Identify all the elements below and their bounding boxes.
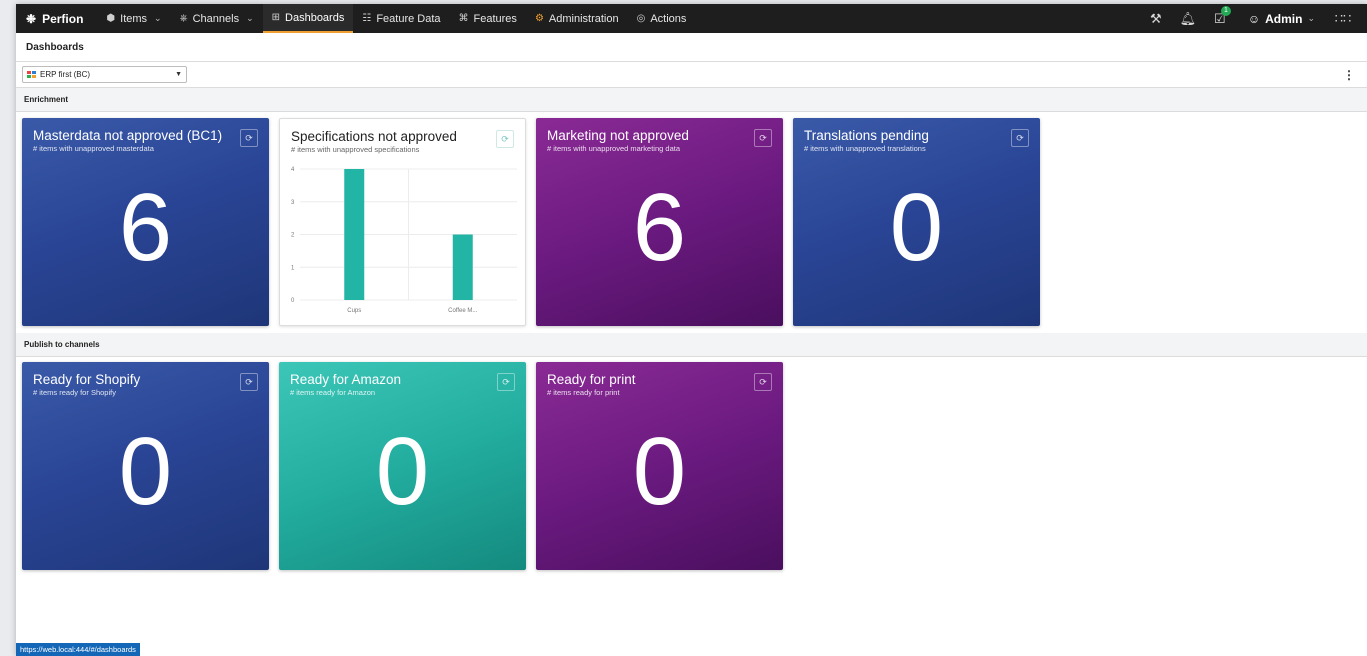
- nav-actions-label: Actions: [650, 12, 687, 25]
- user-menu[interactable]: ☺ Admin ⌄: [1238, 12, 1325, 26]
- tile-value: 6: [118, 174, 173, 281]
- app-window: ❉ Perfion ⬢ Items ⌄ ⎈ Channels ⌄ ⊞ Dashb…: [16, 4, 1367, 656]
- chart-y-tick-label: 0: [291, 298, 295, 304]
- nav-administration-label: Administration: [548, 12, 619, 25]
- gear-icon: ⚙: [534, 13, 544, 24]
- tile-specifications[interactable]: Specifications not approved # items with…: [279, 118, 526, 326]
- tile-value: 0: [118, 418, 173, 525]
- publish-tiles: Ready for Shopify # items ready for Shop…: [16, 357, 1367, 578]
- tile-subtitle: # items with unapproved marketing data: [547, 144, 680, 153]
- nav-items[interactable]: ⬢ Items ⌄: [97, 4, 170, 33]
- tile-value: 6: [632, 174, 687, 281]
- chart-y-tick-label: 3: [291, 200, 295, 206]
- page-title: Dashboards: [16, 33, 1367, 62]
- dashboard-grid-icon: [27, 71, 36, 78]
- tile-title: Ready for print: [547, 372, 636, 387]
- refresh-icon[interactable]: ⟳: [240, 129, 258, 147]
- more-options-icon[interactable]: ⋮: [1343, 68, 1361, 82]
- chart-bar[interactable]: [344, 169, 365, 300]
- nav-right-tools: ⚒ 🔔︎ ☑ 1 ☺ Admin ⌄ ∷∷: [1142, 4, 1367, 33]
- caret-down-icon: ▼: [175, 71, 182, 78]
- chevron-down-icon: ⌄: [1307, 13, 1315, 23]
- section-publish: Publish to channels: [16, 333, 1367, 357]
- feature-data-icon: ☷: [362, 13, 372, 24]
- tile-print[interactable]: Ready for print # items ready for print …: [536, 362, 783, 570]
- nav-dashboards[interactable]: ⊞ Dashboards: [262, 4, 354, 33]
- brand-logo[interactable]: ❉ Perfion: [16, 4, 97, 33]
- nav-features-label: Features: [473, 12, 517, 25]
- refresh-icon[interactable]: ⟳: [1011, 129, 1029, 147]
- tile-title: Ready for Shopify: [33, 372, 141, 387]
- tile-value: 0: [375, 418, 430, 525]
- tile-title: Masterdata not approved (BC1): [33, 128, 223, 143]
- tile-marketing[interactable]: Marketing not approved # items with unap…: [536, 118, 783, 326]
- chevron-down-icon: ⌄: [246, 13, 254, 23]
- tile-title: Translations pending: [804, 128, 929, 143]
- chart-bar[interactable]: [452, 234, 473, 301]
- features-icon: ⌘: [458, 13, 469, 24]
- user-name: Admin: [1265, 11, 1303, 26]
- bell-icon[interactable]: 🔔︎: [1174, 11, 1202, 27]
- tile-subtitle: # items ready for Shopify: [33, 388, 116, 397]
- chart-x-tick-label: Cups: [347, 308, 361, 314]
- dashboard-select[interactable]: ERP first (BC) ▼: [22, 66, 187, 83]
- section-enrichment: Enrichment: [16, 88, 1367, 112]
- tile-subtitle: # items with unapproved translations: [804, 144, 926, 153]
- perfion-logo-icon: ❉: [26, 11, 37, 26]
- refresh-icon[interactable]: ⟳: [754, 129, 772, 147]
- tile-value: 0: [889, 174, 944, 281]
- chart-x-tick-label: Coffee M...: [448, 308, 478, 314]
- tile-subtitle: # items ready for Amazon: [290, 388, 376, 397]
- apps-grid-icon[interactable]: ∷∷: [1329, 11, 1357, 27]
- tasks-badge: 1: [1220, 5, 1231, 16]
- nav-feature-data-label: Feature Data: [376, 12, 441, 25]
- tile-value: 0: [632, 418, 687, 525]
- brand-name: Perfion: [42, 11, 84, 26]
- chart-y-tick-label: 4: [291, 167, 295, 173]
- nav-actions[interactable]: ◎ Actions: [628, 4, 696, 33]
- dashboard-select-value: ERP first (BC): [40, 70, 91, 79]
- chevron-down-icon: ⌄: [154, 13, 162, 23]
- tools-icon[interactable]: ⚒: [1142, 11, 1170, 27]
- top-navigation: ❉ Perfion ⬢ Items ⌄ ⎈ Channels ⌄ ⊞ Dashb…: [16, 4, 1367, 33]
- tile-amazon[interactable]: Ready for Amazon # items ready for Amazo…: [279, 362, 526, 570]
- actions-icon: ◎: [636, 13, 646, 24]
- cube-icon: ⬢: [106, 13, 116, 24]
- nav-items-label: Items: [120, 12, 148, 25]
- chart-y-tick-label: 1: [291, 265, 295, 271]
- status-url: https://web.local:444/#/dashboards: [16, 643, 140, 656]
- enrichment-tiles: Masterdata not approved (BC1) # items wi…: [16, 112, 1367, 333]
- tasks-icon[interactable]: ☑ 1: [1206, 5, 1234, 27]
- nav-dashboards-label: Dashboards: [285, 11, 345, 24]
- nav-administration[interactable]: ⚙ Administration: [526, 4, 628, 33]
- dashboard-toolbar: ERP first (BC) ▼ ⋮: [16, 62, 1367, 88]
- dashboard-icon: ⊞: [271, 12, 281, 23]
- refresh-icon[interactable]: ⟳: [497, 373, 515, 391]
- tile-subtitle: # items ready for print: [547, 388, 620, 397]
- nav-channels[interactable]: ⎈ Channels ⌄: [171, 4, 263, 33]
- specifications-bar-chart: 0 1 2 3 4 Cups Coffee M...: [291, 167, 517, 314]
- channels-icon: ⎈: [179, 13, 188, 24]
- user-icon: ☺: [1247, 11, 1261, 26]
- tile-title: Marketing not approved: [547, 128, 689, 143]
- nav-feature-data[interactable]: ☷ Feature Data: [353, 4, 449, 33]
- tile-title: Ready for Amazon: [290, 372, 402, 387]
- tile-masterdata[interactable]: Masterdata not approved (BC1) # items wi…: [22, 118, 269, 326]
- tile-shopify[interactable]: Ready for Shopify # items ready for Shop…: [22, 362, 269, 570]
- tile-translations[interactable]: Translations pending # items with unappr…: [793, 118, 1040, 326]
- tile-subtitle: # items with unapproved masterdata: [33, 144, 154, 153]
- nav-features[interactable]: ⌘ Features: [450, 4, 526, 33]
- chart-y-tick-label: 2: [291, 233, 295, 239]
- nav-channels-label: Channels: [192, 12, 240, 25]
- refresh-icon[interactable]: ⟳: [754, 373, 772, 391]
- refresh-icon[interactable]: ⟳: [240, 373, 258, 391]
